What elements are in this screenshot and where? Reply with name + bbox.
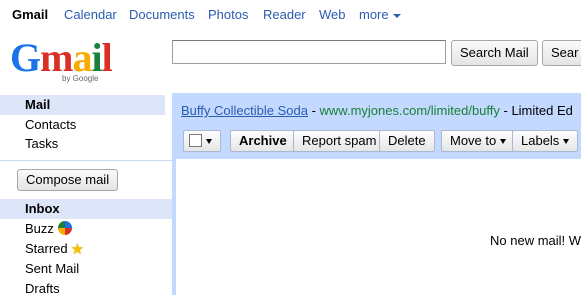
archive-button[interactable]: Archive <box>230 130 296 152</box>
labels-button[interactable]: Labels <box>512 130 579 152</box>
chevron-down-icon <box>392 13 401 18</box>
nav-starred-label: Starred <box>25 241 68 256</box>
topbar-more-label: more <box>359 7 389 22</box>
nav-divider <box>0 160 172 161</box>
move-to-button[interactable]: Move to <box>441 130 516 152</box>
topbar-documents-link[interactable]: Documents <box>129 7 195 22</box>
compose-mail-button[interactable]: Compose mail <box>17 169 119 191</box>
report-spam-button[interactable]: Report spam <box>293 130 386 152</box>
chevron-down-icon <box>500 139 507 145</box>
top-bar: Gmail Calendar Documents Photos Reader W… <box>0 0 581 28</box>
web-clip-tail: - Limited Ed <box>499 103 573 118</box>
gmail-logo[interactable]: Gmail by Google <box>10 38 113 86</box>
delete-button[interactable]: Delete <box>379 130 435 152</box>
nav-drafts[interactable]: Drafts <box>0 279 165 299</box>
web-clip-title-link[interactable]: Buffy Collectible Soda <box>181 103 308 118</box>
nav-mail[interactable]: Mail <box>0 95 165 115</box>
topbar-more-menu[interactable]: more <box>359 7 401 22</box>
web-clip-separator: - <box>307 103 320 118</box>
chevron-down-icon <box>206 139 212 145</box>
search-mail-button[interactable]: Search Mail <box>451 40 538 66</box>
message-list-area <box>176 159 581 295</box>
nav-buzz[interactable]: Buzz <box>0 219 165 239</box>
search-input[interactable] <box>172 40 446 64</box>
chevron-down-icon <box>563 139 570 145</box>
nav-contacts[interactable]: Contacts <box>0 115 165 135</box>
search-web-button[interactable]: Sear <box>542 40 581 66</box>
move-to-label: Move to <box>450 133 497 148</box>
web-clip-ad: Buffy Collectible Soda - www.myjones.com… <box>181 103 573 118</box>
topbar-photos-link[interactable]: Photos <box>208 7 248 22</box>
logo-by-google: by Google <box>62 74 99 83</box>
nav-starred[interactable]: Starred ★ <box>0 239 165 259</box>
logo-wordmark: Gmail <box>10 35 113 80</box>
nav-sent-mail[interactable]: Sent Mail <box>0 259 165 279</box>
star-icon: ★ <box>70 241 85 258</box>
nav-inbox[interactable]: Inbox <box>0 199 172 219</box>
buzz-icon <box>57 221 72 235</box>
select-dropdown[interactable] <box>183 130 221 152</box>
select-all-checkbox[interactable] <box>189 134 202 147</box>
nav-buzz-label: Buzz <box>25 221 54 236</box>
web-clip-url[interactable]: www.myjones.com/limited/buffy <box>320 103 500 118</box>
empty-inbox-message: No new mail! W <box>490 233 581 248</box>
topbar-web-link[interactable]: Web <box>319 7 346 22</box>
topbar-reader-link[interactable]: Reader <box>263 7 306 22</box>
nav-tasks[interactable]: Tasks <box>0 134 165 154</box>
topbar-calendar-link[interactable]: Calendar <box>64 7 117 22</box>
labels-label: Labels <box>521 133 560 148</box>
topbar-gmail[interactable]: Gmail <box>12 7 48 22</box>
